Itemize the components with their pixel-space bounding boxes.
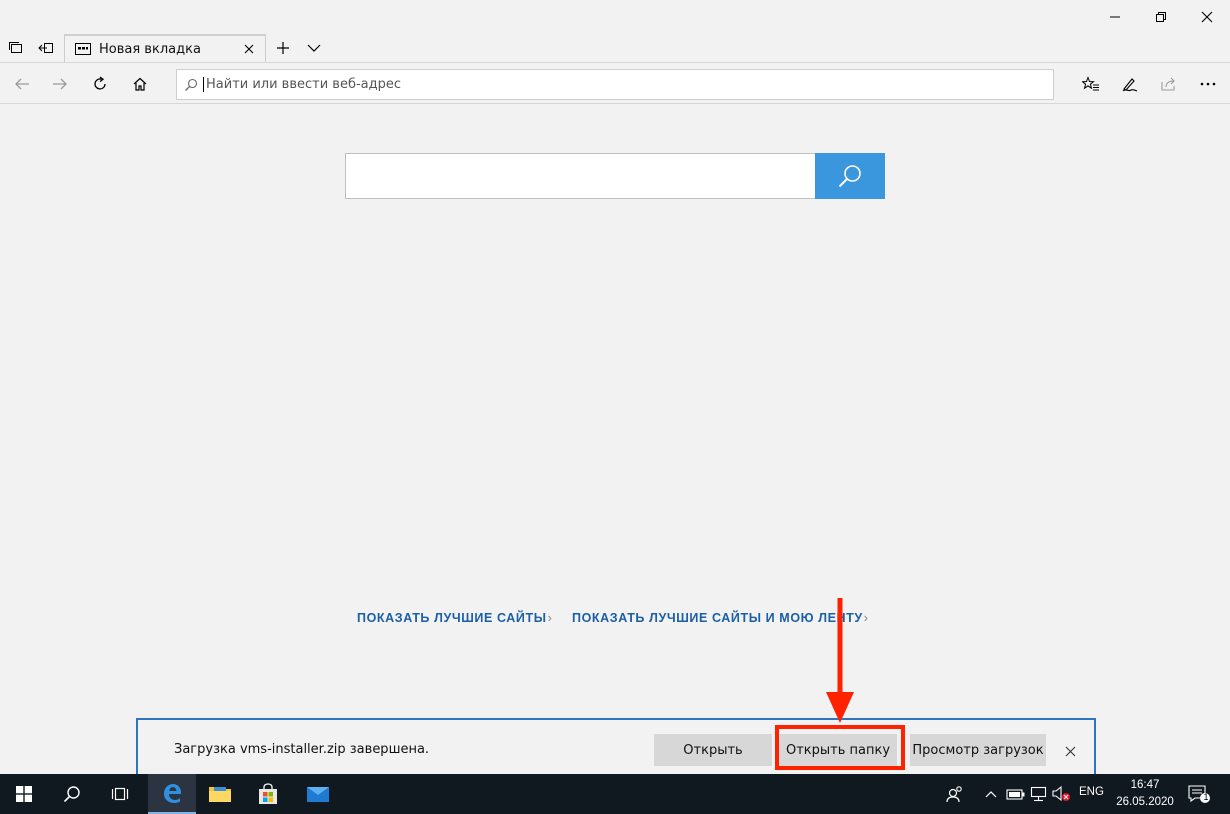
tabs-preview-icon <box>9 42 22 53</box>
share-button[interactable] <box>1151 68 1187 100</box>
favorites-icon <box>1082 76 1099 91</box>
plus-icon <box>277 42 289 54</box>
task-view-button[interactable] <box>96 774 144 814</box>
tab-close-button[interactable] <box>241 41 257 57</box>
address-bar[interactable] <box>176 69 1054 100</box>
windows-logo-icon <box>16 786 32 802</box>
action-center-button[interactable]: 1 <box>1186 784 1212 804</box>
close-icon <box>244 44 254 54</box>
search-icon <box>838 165 861 188</box>
clock-time: 16:47 <box>1130 779 1160 791</box>
annotation-highlight-box <box>775 725 905 770</box>
forward-button[interactable] <box>42 68 78 100</box>
input-language[interactable]: ENG <box>1079 786 1104 798</box>
chevron-right-icon: › <box>863 611 869 625</box>
tab-new-tab[interactable]: Новая вкладка <box>64 34 266 62</box>
close-icon <box>1201 11 1213 23</box>
new-tab-page-icon <box>75 42 91 56</box>
share-icon <box>1161 77 1175 91</box>
taskbar-search-button[interactable] <box>48 774 96 814</box>
web-search-input[interactable] <box>346 154 815 198</box>
close-icon <box>1065 746 1075 756</box>
chevron-down-icon <box>307 44 321 52</box>
web-search-button[interactable] <box>815 153 885 199</box>
tab-list-button[interactable] <box>300 34 328 62</box>
more-button[interactable] <box>1190 68 1226 100</box>
download-notification-bar: Загрузка vms-installer.zip завершена. От… <box>136 718 1096 775</box>
open-file-button[interactable]: Открыть <box>654 734 772 766</box>
edge-logo-icon <box>164 784 181 803</box>
search-icon <box>63 786 80 803</box>
tab-preview-button[interactable] <box>2 34 30 62</box>
minimize-icon <box>1110 16 1120 18</box>
people-icon[interactable] <box>944 784 966 804</box>
taskbar: ENG 16:47 26.05.2020 1 <box>0 774 1230 814</box>
taskbar-explorer-button[interactable] <box>196 774 244 814</box>
start-button[interactable] <box>0 774 48 814</box>
home-icon <box>133 77 147 91</box>
volume-muted-icon[interactable] <box>1051 784 1073 804</box>
download-bar-close-button[interactable] <box>1060 741 1080 761</box>
download-message: Загрузка vms-installer.zip завершена. <box>174 742 430 757</box>
tab-row: Новая вкладка <box>0 34 1230 62</box>
web-search-box[interactable] <box>345 153 815 199</box>
tabs-aside-button[interactable] <box>32 34 60 62</box>
chevron-right-icon: › <box>547 611 553 625</box>
show-top-sites-label: ПОКАЗАТЬ ЛУЧШИЕ САЙТЫ <box>357 611 547 625</box>
pen-icon <box>1122 78 1138 92</box>
restore-button[interactable] <box>1138 0 1184 34</box>
clock-date: 26.05.2020 <box>1116 796 1174 808</box>
refresh-button[interactable] <box>82 68 118 100</box>
back-button[interactable] <box>4 68 40 100</box>
battery-icon[interactable] <box>1005 784 1027 804</box>
title-bar <box>0 0 1230 34</box>
minimize-button[interactable] <box>1092 0 1138 34</box>
notes-button[interactable] <box>1112 68 1148 100</box>
home-button[interactable] <box>122 68 158 100</box>
search-icon <box>185 78 198 91</box>
new-tab-button[interactable] <box>269 34 297 62</box>
close-window-button[interactable] <box>1184 0 1230 34</box>
network-icon[interactable] <box>1028 784 1050 804</box>
tabs-aside-icon <box>38 43 53 53</box>
restore-icon <box>1156 12 1166 22</box>
tab-title: Новая вкладка <box>99 41 201 57</box>
more-icon <box>1200 82 1216 86</box>
taskbar-edge-button[interactable] <box>148 774 196 814</box>
folder-icon <box>209 787 231 802</box>
forward-arrow-icon <box>53 78 67 90</box>
address-row <box>0 62 1230 104</box>
address-input[interactable] <box>203 77 1023 92</box>
taskbar-mail-button[interactable] <box>294 774 342 814</box>
annotation-arrow-icon <box>826 598 854 723</box>
clock[interactable]: 16:47 26.05.2020 <box>1110 777 1180 811</box>
notification-count-badge: 1 <box>1203 792 1209 802</box>
chevron-up-icon[interactable] <box>980 784 1002 804</box>
back-arrow-icon <box>15 78 29 90</box>
view-downloads-button[interactable]: Просмотр загрузок <box>910 734 1046 766</box>
refresh-icon <box>94 76 106 90</box>
task-view-icon <box>111 787 129 801</box>
store-icon <box>259 783 277 804</box>
top-sites-links: ПОКАЗАТЬ ЛУЧШИЕ САЙТЫ› ПОКАЗАТЬ ЛУЧШИЕ С… <box>0 611 1230 629</box>
favorites-button[interactable] <box>1073 68 1109 100</box>
mail-icon <box>307 787 329 802</box>
show-top-sites-link[interactable]: ПОКАЗАТЬ ЛУЧШИЕ САЙТЫ› <box>357 611 552 625</box>
taskbar-store-button[interactable] <box>244 774 292 814</box>
